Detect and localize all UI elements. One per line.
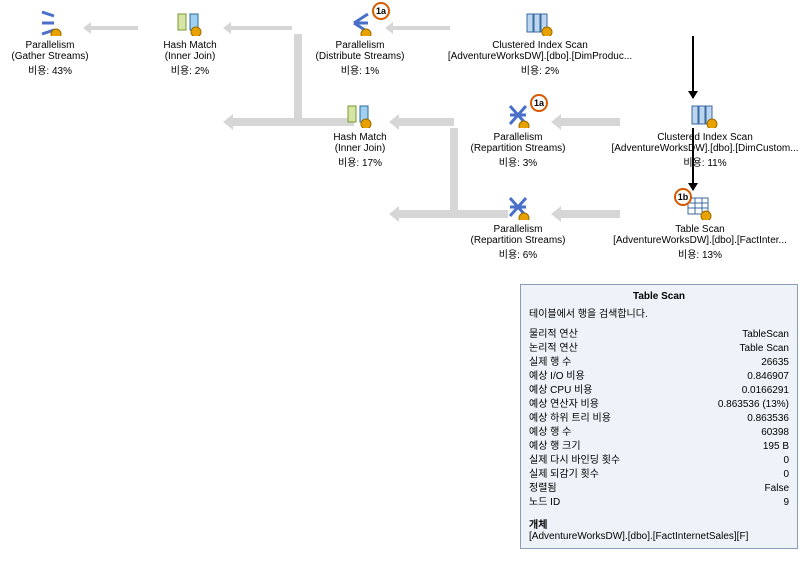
op-title: Parallelism	[0, 40, 120, 51]
op-title: Clustered Index Scan	[600, 132, 810, 143]
tooltip-description: 테이블에서 행을 검색합니다.	[529, 305, 789, 320]
tooltip-row-key: 실제 다시 바인딩 횟수	[529, 454, 620, 468]
tooltip-row-value: Table Scan	[740, 342, 789, 356]
op-parallelism-gather[interactable]: Parallelism (Gather Streams) 비용: 43%	[0, 10, 120, 77]
tooltip-row: 예상 I/O 비용 0.846907	[529, 370, 789, 384]
op-cost: 비용: 3%	[448, 154, 588, 169]
parallelism-icon	[36, 10, 64, 39]
tooltip-row: 정렬됨 False	[529, 482, 789, 496]
hash-match-icon	[346, 102, 374, 131]
vertical-connector	[692, 36, 694, 98]
parallelism-icon	[504, 194, 532, 223]
op-table-scan[interactable]: 1b Table Scan [AdventureWorksDW].[dbo].[…	[600, 194, 800, 261]
tooltip-row-value: TableScan	[742, 328, 789, 342]
tooltip-row-value: 0	[783, 454, 789, 468]
tooltip-row-key: 예상 CPU 비용	[529, 384, 592, 398]
tooltip-row: 예상 CPU 비용 0.0166291	[529, 384, 789, 398]
op-parallelism-repartition[interactable]: Parallelism (Repartition Streams) 비용: 6%	[448, 194, 588, 261]
op-title: Parallelism	[448, 224, 588, 235]
op-subtitle: [AdventureWorksDW].[dbo].[DimProduc...	[440, 51, 640, 62]
op-cost: 비용: 43%	[0, 62, 120, 77]
op-hash-match[interactable]: Hash Match (Inner Join) 비용: 2%	[120, 10, 260, 77]
op-cost: 비용: 13%	[600, 246, 800, 261]
op-cost: 비용: 11%	[600, 154, 810, 169]
op-title: Hash Match	[290, 132, 430, 143]
tooltip-row-value: 0	[783, 468, 789, 482]
op-cost: 비용: 2%	[120, 62, 260, 77]
op-clustered-index-scan[interactable]: Clustered Index Scan [AdventureWorksDW].…	[440, 10, 640, 77]
tooltip-row-key: 예상 하위 트리 비용	[529, 412, 611, 426]
tooltip-row-key: 예상 행 수	[529, 426, 571, 440]
tooltip-row: 실제 다시 바인딩 횟수 0	[529, 454, 789, 468]
op-cost: 비용: 17%	[290, 154, 430, 169]
annotation-badge: 1b	[674, 188, 692, 206]
tooltip-row-key: 물리적 연산	[529, 328, 578, 342]
tooltip-row-value: False	[765, 482, 789, 496]
tooltip-row-key: 실제 되감기 횟수	[529, 468, 599, 482]
parallelism-icon	[346, 10, 374, 39]
clustered-index-scan-icon	[525, 10, 555, 39]
tooltip-row: 예상 하위 트리 비용 0.863536	[529, 412, 789, 426]
op-title: Table Scan	[600, 224, 800, 235]
op-subtitle: (Distribute Streams)	[290, 51, 430, 62]
tooltip-rows: 물리적 연산 TableScan 논리적 연산 Table Scan 실제 행 수 266…	[529, 328, 789, 510]
op-title: Parallelism	[290, 40, 430, 51]
tooltip-row-value: 0.846907	[747, 370, 789, 384]
op-subtitle: (Inner Join)	[120, 51, 260, 62]
op-clustered-index-scan[interactable]: Clustered Index Scan [AdventureWorksDW].…	[600, 102, 810, 169]
tooltip-panel: Table Scan 테이블에서 행을 검색합니다. 물리적 연산 TableSc…	[520, 284, 798, 549]
tooltip-row: 논리적 연산 Table Scan	[529, 342, 789, 356]
op-cost: 비용: 6%	[448, 246, 588, 261]
annotation-badge: 1a	[530, 94, 548, 112]
tooltip-row: 실제 행 수 26635	[529, 356, 789, 370]
tooltip-row-value: 0.0166291	[742, 384, 789, 398]
tooltip-row-key: 예상 연산자 비용	[529, 398, 599, 412]
tooltip-row: 예상 행 수 60398	[529, 426, 789, 440]
tooltip-row-key: 실제 행 수	[529, 356, 571, 370]
parallelism-icon	[504, 102, 532, 131]
tooltip-row-key: 예상 I/O 비용	[529, 370, 585, 384]
op-hash-match[interactable]: Hash Match (Inner Join) 비용: 17%	[290, 102, 430, 169]
op-subtitle: (Repartition Streams)	[448, 143, 588, 154]
op-title: Parallelism	[448, 132, 588, 143]
op-cost: 비용: 2%	[440, 62, 640, 77]
op-subtitle: (Repartition Streams)	[448, 235, 588, 246]
tooltip-object-label: 개체	[529, 516, 789, 531]
op-subtitle: (Gather Streams)	[0, 51, 120, 62]
tooltip-row: 예상 행 크기 195 B	[529, 440, 789, 454]
tooltip-row-key: 노드 ID	[529, 496, 560, 510]
tooltip-title: Table Scan	[529, 291, 789, 302]
clustered-index-scan-icon	[690, 102, 720, 131]
annotation-badge: 1a	[372, 2, 390, 20]
op-subtitle: [AdventureWorksDW].[dbo].[DimCustom...	[600, 143, 810, 154]
op-title: Hash Match	[120, 40, 260, 51]
tooltip-row-value: 0.863536	[747, 412, 789, 426]
tooltip-row-value: 9	[783, 496, 789, 510]
op-title: Clustered Index Scan	[440, 40, 640, 51]
op-parallelism-repartition[interactable]: 1a Parallelism (Repartition Streams) 비용:…	[448, 102, 588, 169]
tooltip-row-key: 논리적 연산	[529, 342, 578, 356]
hash-match-icon	[176, 10, 204, 39]
tooltip-row: 실제 되감기 횟수 0	[529, 468, 789, 482]
op-parallelism-distribute[interactable]: 1a Parallelism (Distribute Streams) 비용: …	[290, 10, 430, 77]
tooltip-object-value: [AdventureWorksDW].[dbo].[FactInternetSa…	[529, 531, 789, 542]
tooltip-row-value: 60398	[761, 426, 789, 440]
tooltip-row-key: 정렬됨	[529, 482, 557, 496]
tooltip-row: 물리적 연산 TableScan	[529, 328, 789, 342]
op-subtitle: [AdventureWorksDW].[dbo].[FactInter...	[600, 235, 800, 246]
tooltip-row-value: 195 B	[763, 440, 789, 454]
tooltip-row: 예상 연산자 비용 0.863536 (13%)	[529, 398, 789, 412]
tooltip-row-value: 26635	[761, 356, 789, 370]
op-subtitle: (Inner Join)	[290, 143, 430, 154]
tooltip-row-value: 0.863536 (13%)	[718, 398, 789, 412]
op-cost: 비용: 1%	[290, 62, 430, 77]
tooltip-row-key: 예상 행 크기	[529, 440, 581, 454]
tooltip-row: 노드 ID 9	[529, 496, 789, 510]
